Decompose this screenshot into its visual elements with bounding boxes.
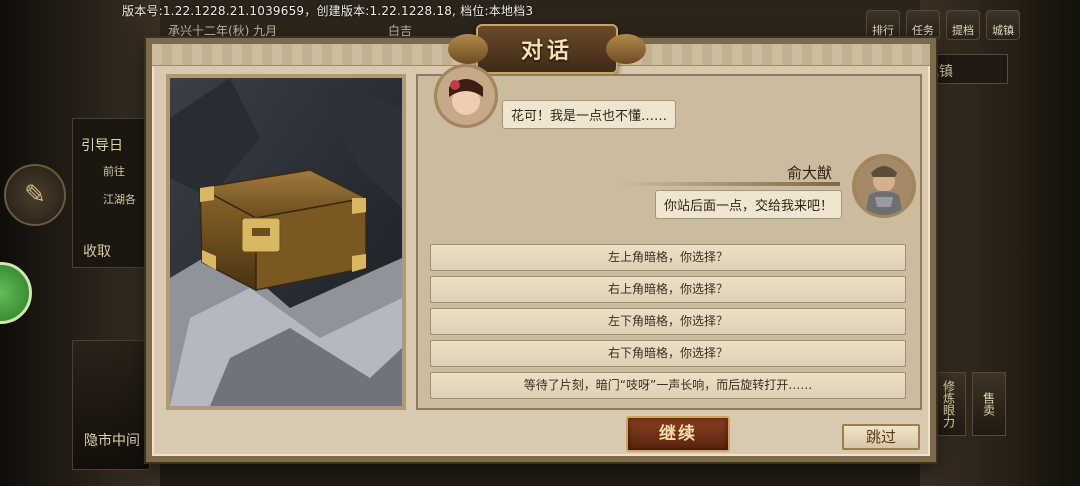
weather-label: 白吉 xyxy=(388,24,413,38)
message-bubble-2: 你站后面一点，交给我来吧！ xyxy=(654,190,842,219)
top-icon-bar: 排行 任务 提档 城镇 xyxy=(866,10,1020,40)
game-date: 承兴十二年(秋) 九月 xyxy=(168,24,278,38)
train-eye-button[interactable]: 修炼眼力 xyxy=(932,372,966,436)
guide-panel-title: 引导日 xyxy=(81,138,123,154)
choice-top-left[interactable]: 左上角暗格，你选择？ xyxy=(430,244,906,271)
version-info: 版本号:1.22.1228.21.1039659，创建版本:1.22.1228.… xyxy=(122,4,534,18)
choice-bottom-left[interactable]: 左下角暗格，你选择？ xyxy=(430,308,906,335)
choice-top-right[interactable]: 右上角暗格，你选择？ xyxy=(430,276,906,303)
guide-panel[interactable]: 引导日 前往 江湖各 收取 xyxy=(72,118,152,268)
dialog-window: 对话 花可！我是一点也不懂…… 俞大猷 你站后面一点，交给我来吧！ 左上角暗格，… xyxy=(146,24,936,462)
speaker-avatar-left xyxy=(434,64,498,128)
speaker-name: 俞大猷 xyxy=(786,164,832,182)
guide-item-2[interactable]: 江湖各 xyxy=(103,191,136,207)
treasure-chest-illustration xyxy=(170,78,402,406)
title-ornament-right xyxy=(606,34,646,64)
continue-button[interactable]: 继续 xyxy=(626,416,730,452)
message-bubble-1: 花可！我是一点也不懂…… xyxy=(502,100,677,129)
dialog-title: 对话 xyxy=(520,39,573,64)
guide-item-1[interactable]: 前往 xyxy=(103,163,125,179)
speaker-name-ornament xyxy=(620,182,840,186)
rank-icon[interactable]: 排行 xyxy=(866,10,900,40)
right-side-buttons: 修炼眼力 售卖 xyxy=(932,372,1012,442)
warrior-character-icon xyxy=(855,157,913,215)
dialog-chat-area: 花可！我是一点也不懂…… 俞大猷 你站后面一点，交给我来吧！ 左上角暗格，你选择… xyxy=(416,64,922,410)
sell-button[interactable]: 售卖 xyxy=(972,372,1006,436)
choice-list: 左上角暗格，你选择？ 右上角暗格，你选择？ 左下角暗格，你选择？ 右下角暗格，你… xyxy=(430,244,908,404)
title-ornament-left xyxy=(448,34,488,64)
location-label: 隐市中间 xyxy=(84,433,140,449)
edit-icon[interactable]: ✎ xyxy=(4,164,66,226)
collect-label[interactable]: 收取 xyxy=(83,241,111,261)
female-character-icon xyxy=(437,67,495,125)
quest-icon[interactable]: 任务 xyxy=(906,10,940,40)
scene-illustration xyxy=(166,74,406,410)
skip-button[interactable]: 跳过 xyxy=(842,424,920,450)
town-icon[interactable]: 城镇 xyxy=(986,10,1020,40)
choice-wait[interactable]: 等待了片刻，暗门“吱呀”一声长响，而后旋转打开…… xyxy=(430,372,906,399)
character-portrait-card[interactable] xyxy=(72,340,150,470)
dialog-title-plate: 对话 xyxy=(448,24,646,74)
choice-bottom-right[interactable]: 右下角暗格，你选择？ xyxy=(430,340,906,367)
upgrade-icon[interactable]: 提档 xyxy=(946,10,980,40)
speaker-avatar-right xyxy=(852,154,916,218)
